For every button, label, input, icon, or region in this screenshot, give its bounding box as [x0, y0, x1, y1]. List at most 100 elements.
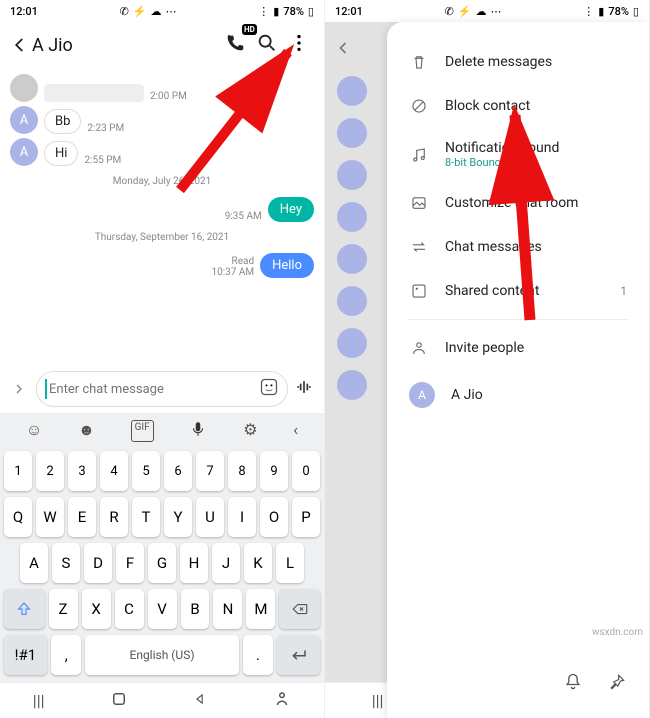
key-l[interactable]: L	[276, 543, 304, 583]
home-button[interactable]	[110, 690, 128, 712]
chat-title: A Jio	[32, 35, 224, 56]
key-8[interactable]: 8	[228, 451, 256, 491]
key-k[interactable]: K	[244, 543, 272, 583]
swap-icon	[409, 237, 429, 257]
menu-block-contact[interactable]: Block contact	[387, 84, 649, 128]
key-t[interactable]: T	[132, 497, 160, 537]
period-key[interactable]: .	[243, 635, 274, 675]
menu-invite-people[interactable]: Invite people	[387, 326, 649, 370]
more-button[interactable]	[288, 32, 310, 58]
key-f[interactable]: F	[116, 543, 144, 583]
outgoing-message[interactable]: Hello	[260, 253, 314, 278]
number-row: 1234567890	[0, 448, 324, 494]
key-n[interactable]: N	[213, 589, 242, 629]
key-9[interactable]: 9	[260, 451, 288, 491]
backspace-key[interactable]	[279, 589, 320, 629]
key-5[interactable]: 5	[132, 451, 160, 491]
key-p[interactable]: P	[292, 497, 320, 537]
key-3[interactable]: 3	[68, 451, 96, 491]
qwerty-row-2: ASDFGHJKL	[0, 540, 324, 586]
bell-icon[interactable]	[563, 672, 583, 696]
key-0[interactable]: 0	[292, 451, 320, 491]
right-screenshot: 12:01 ✆⚡☁⋯ ⋮▮78%▯ ||| Delete messages Bl…	[325, 0, 650, 718]
back-button[interactable]	[333, 38, 353, 58]
shift-key[interactable]	[4, 589, 45, 629]
menu-chat-messages[interactable]: Chat messages	[387, 225, 649, 269]
outgoing-message[interactable]: Hey	[268, 197, 314, 222]
menu-customize-chat[interactable]: Customize chat room	[387, 181, 649, 225]
keyboard-switch-button[interactable]	[273, 690, 291, 712]
recents-button[interactable]: |||	[372, 691, 384, 710]
key-e[interactable]: E	[68, 497, 96, 537]
clock: 12:01	[10, 5, 38, 18]
key-s[interactable]: S	[52, 543, 80, 583]
voice-input-icon[interactable]	[294, 377, 316, 401]
person-icon	[409, 338, 429, 358]
block-icon	[409, 96, 429, 116]
key-y[interactable]: Y	[164, 497, 192, 537]
key-h[interactable]: H	[180, 543, 208, 583]
pin-icon[interactable]	[607, 672, 627, 696]
recents-button[interactable]: |||	[33, 691, 45, 710]
search-button[interactable]	[256, 32, 278, 58]
settings-icon[interactable]: ⚙	[243, 420, 257, 442]
sticker-icon[interactable]: ☻	[78, 420, 95, 442]
date-header: Monday, July 26, 2021	[10, 176, 314, 187]
expand-button[interactable]	[8, 381, 30, 397]
key-z[interactable]: Z	[49, 589, 78, 629]
clock: 12:01	[335, 5, 363, 18]
key-r[interactable]: R	[100, 497, 128, 537]
incoming-message[interactable]: Hi	[44, 141, 78, 166]
back-button[interactable]	[6, 34, 32, 56]
key-4[interactable]: 4	[100, 451, 128, 491]
gif-icon[interactable]: GIF	[131, 420, 154, 442]
android-nav: |||	[0, 682, 324, 718]
key-q[interactable]: Q	[4, 497, 32, 537]
key-x[interactable]: X	[82, 589, 111, 629]
mic-icon[interactable]	[189, 420, 207, 442]
message-input[interactable]	[36, 371, 288, 407]
input-bar	[0, 365, 324, 413]
battery-pct: 78%	[283, 5, 304, 18]
key-i[interactable]: I	[228, 497, 256, 537]
options-menu: Delete messages Block contact Notificati…	[387, 22, 649, 718]
qwerty-row-1: QWERTYUIOP	[0, 494, 324, 540]
key-w[interactable]: W	[36, 497, 64, 537]
expand-icon[interactable]: ‹	[293, 420, 298, 442]
wifi-icon: ⋮	[258, 5, 269, 18]
status-bar: 12:01 ✆⚡☁⋯ ⋮ ▮ 78% ▯	[0, 0, 324, 22]
key-j[interactable]: J	[212, 543, 240, 583]
menu-shared-content[interactable]: Shared content 1	[387, 269, 649, 313]
key-7[interactable]: 7	[196, 451, 224, 491]
menu-delete-messages[interactable]: Delete messages	[387, 40, 649, 84]
emoji-icon[interactable]: ☺	[26, 420, 42, 442]
key-1[interactable]: 1	[4, 451, 32, 491]
key-u[interactable]: U	[196, 497, 224, 537]
key-v[interactable]: V	[148, 589, 177, 629]
watermark: wsxdn.com	[592, 627, 643, 638]
menu-notification-sound[interactable]: Notification sound 8-bit Bounce	[387, 128, 649, 181]
key-d[interactable]: D	[84, 543, 112, 583]
key-6[interactable]: 6	[164, 451, 192, 491]
signal-icon: ▮	[273, 5, 279, 18]
status-bar: 12:01 ✆⚡☁⋯ ⋮▮78%▯	[325, 0, 649, 22]
avatar: A	[10, 106, 38, 134]
key-a[interactable]: A	[20, 543, 48, 583]
call-button[interactable]: HD	[224, 32, 246, 58]
key-o[interactable]: O	[260, 497, 288, 537]
battery-icon: ▯	[308, 5, 314, 18]
comma-key[interactable]: ,	[51, 635, 82, 675]
enter-key[interactable]	[277, 635, 320, 675]
key-2[interactable]: 2	[36, 451, 64, 491]
key-m[interactable]: M	[246, 589, 275, 629]
chat-area: 2:00 PM A Bb 2:23 PM A Hi 2:55 PM Monday…	[0, 68, 324, 365]
key-c[interactable]: C	[115, 589, 144, 629]
back-nav-button[interactable]	[194, 691, 208, 710]
sticker-icon[interactable]	[259, 377, 279, 401]
key-g[interactable]: G	[148, 543, 176, 583]
menu-contact[interactable]: A A Jio	[387, 370, 649, 420]
space-key[interactable]: English (US)	[85, 635, 238, 675]
incoming-message[interactable]: Bb	[44, 109, 81, 134]
key-b[interactable]: B	[181, 589, 210, 629]
symbols-key[interactable]: !#1	[4, 635, 47, 675]
